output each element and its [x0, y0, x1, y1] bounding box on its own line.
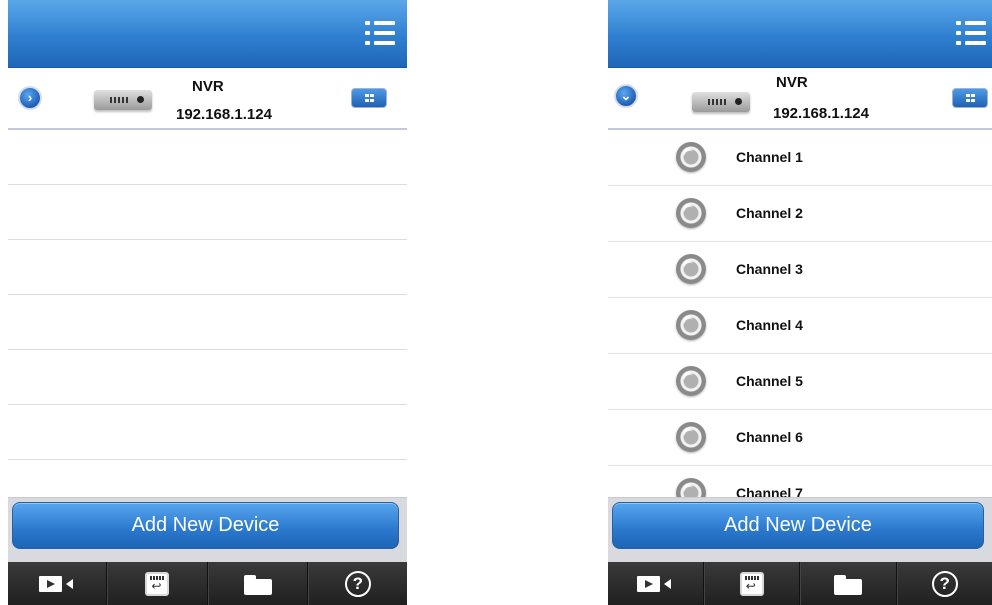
channel-label: Channel 1	[736, 149, 803, 165]
bottom-tab-bar: ?	[608, 562, 992, 605]
tab-files[interactable]	[800, 562, 897, 605]
camera-channel-icon	[676, 142, 706, 172]
device-row[interactable]: ⌄ NVR 192.168.1.124	[608, 68, 992, 130]
device-ip: 192.168.1.124	[773, 105, 869, 122]
channel-label: Channel 4	[736, 317, 803, 333]
tab-playback[interactable]	[703, 562, 800, 605]
tab-playback[interactable]	[107, 562, 208, 605]
channel-label: Channel 2	[736, 205, 803, 221]
playback-icon	[739, 572, 764, 596]
empty-row	[8, 405, 407, 460]
channel-label: Channel 6	[736, 429, 803, 445]
add-new-device-button[interactable]: Add New Device	[12, 502, 399, 549]
channel-row[interactable]: Channel 3	[608, 242, 992, 298]
device-list-screen-collapsed: › NVR 192.168.1.124 Add New Device ?	[8, 0, 407, 605]
channel-label: Channel 5	[736, 373, 803, 389]
channel-label: Channel 3	[736, 261, 803, 277]
tab-help[interactable]: ?	[307, 562, 407, 605]
nvr-device-icon	[692, 92, 750, 112]
channel-row[interactable]: Channel 7	[608, 466, 992, 499]
tab-live-view[interactable]	[608, 562, 704, 605]
device-name: NVR	[192, 78, 224, 95]
folder-icon	[243, 575, 272, 595]
top-bar	[608, 0, 992, 68]
channel-row[interactable]: Channel 4	[608, 298, 992, 354]
empty-row	[8, 185, 407, 240]
camera-channel-icon	[676, 422, 706, 452]
folder-icon	[834, 575, 863, 595]
add-device-area: Add New Device	[8, 497, 407, 563]
add-device-area: Add New Device	[608, 497, 992, 563]
playback-icon	[145, 572, 170, 596]
camera-channel-icon	[676, 198, 706, 228]
video-camera-icon	[637, 576, 672, 592]
tab-live-view[interactable]	[8, 562, 108, 605]
device-name: NVR	[776, 74, 808, 91]
channel-row[interactable]: Channel 5	[608, 354, 992, 410]
list-menu-icon[interactable]	[365, 18, 395, 48]
empty-row	[8, 295, 407, 350]
help-icon: ?	[931, 571, 958, 597]
grid-view-icon[interactable]	[351, 88, 387, 108]
camera-channel-icon	[676, 254, 706, 284]
device-row[interactable]: › NVR 192.168.1.124	[8, 68, 407, 130]
tab-help[interactable]: ?	[896, 562, 992, 605]
channel-row[interactable]: Channel 1	[608, 130, 992, 186]
grid-view-icon[interactable]	[952, 88, 988, 108]
tab-files[interactable]	[207, 562, 308, 605]
bottom-tab-bar: ?	[8, 562, 407, 605]
device-list-screen-expanded: ⌄ NVR 192.168.1.124 Channel 1 Channel 2 …	[608, 0, 992, 605]
chevron-down-circle-icon[interactable]: ⌄	[614, 84, 638, 108]
add-new-device-button[interactable]: Add New Device	[612, 502, 984, 549]
empty-list	[8, 130, 407, 460]
nvr-device-icon	[94, 90, 152, 110]
empty-row	[8, 350, 407, 405]
camera-channel-icon	[676, 478, 706, 499]
device-ip: 192.168.1.124	[176, 106, 272, 123]
channel-row[interactable]: Channel 6	[608, 410, 992, 466]
empty-row	[8, 240, 407, 295]
camera-channel-icon	[676, 366, 706, 396]
camera-channel-icon	[676, 310, 706, 340]
channel-list: Channel 1 Channel 2 Channel 3 Channel 4 …	[608, 130, 992, 499]
channel-row[interactable]: Channel 2	[608, 186, 992, 242]
help-icon: ?	[344, 571, 371, 597]
chevron-right-circle-icon[interactable]: ›	[18, 86, 42, 110]
video-camera-icon	[39, 576, 74, 592]
top-bar	[8, 0, 407, 68]
empty-row	[8, 130, 407, 185]
list-menu-icon[interactable]	[956, 18, 986, 48]
